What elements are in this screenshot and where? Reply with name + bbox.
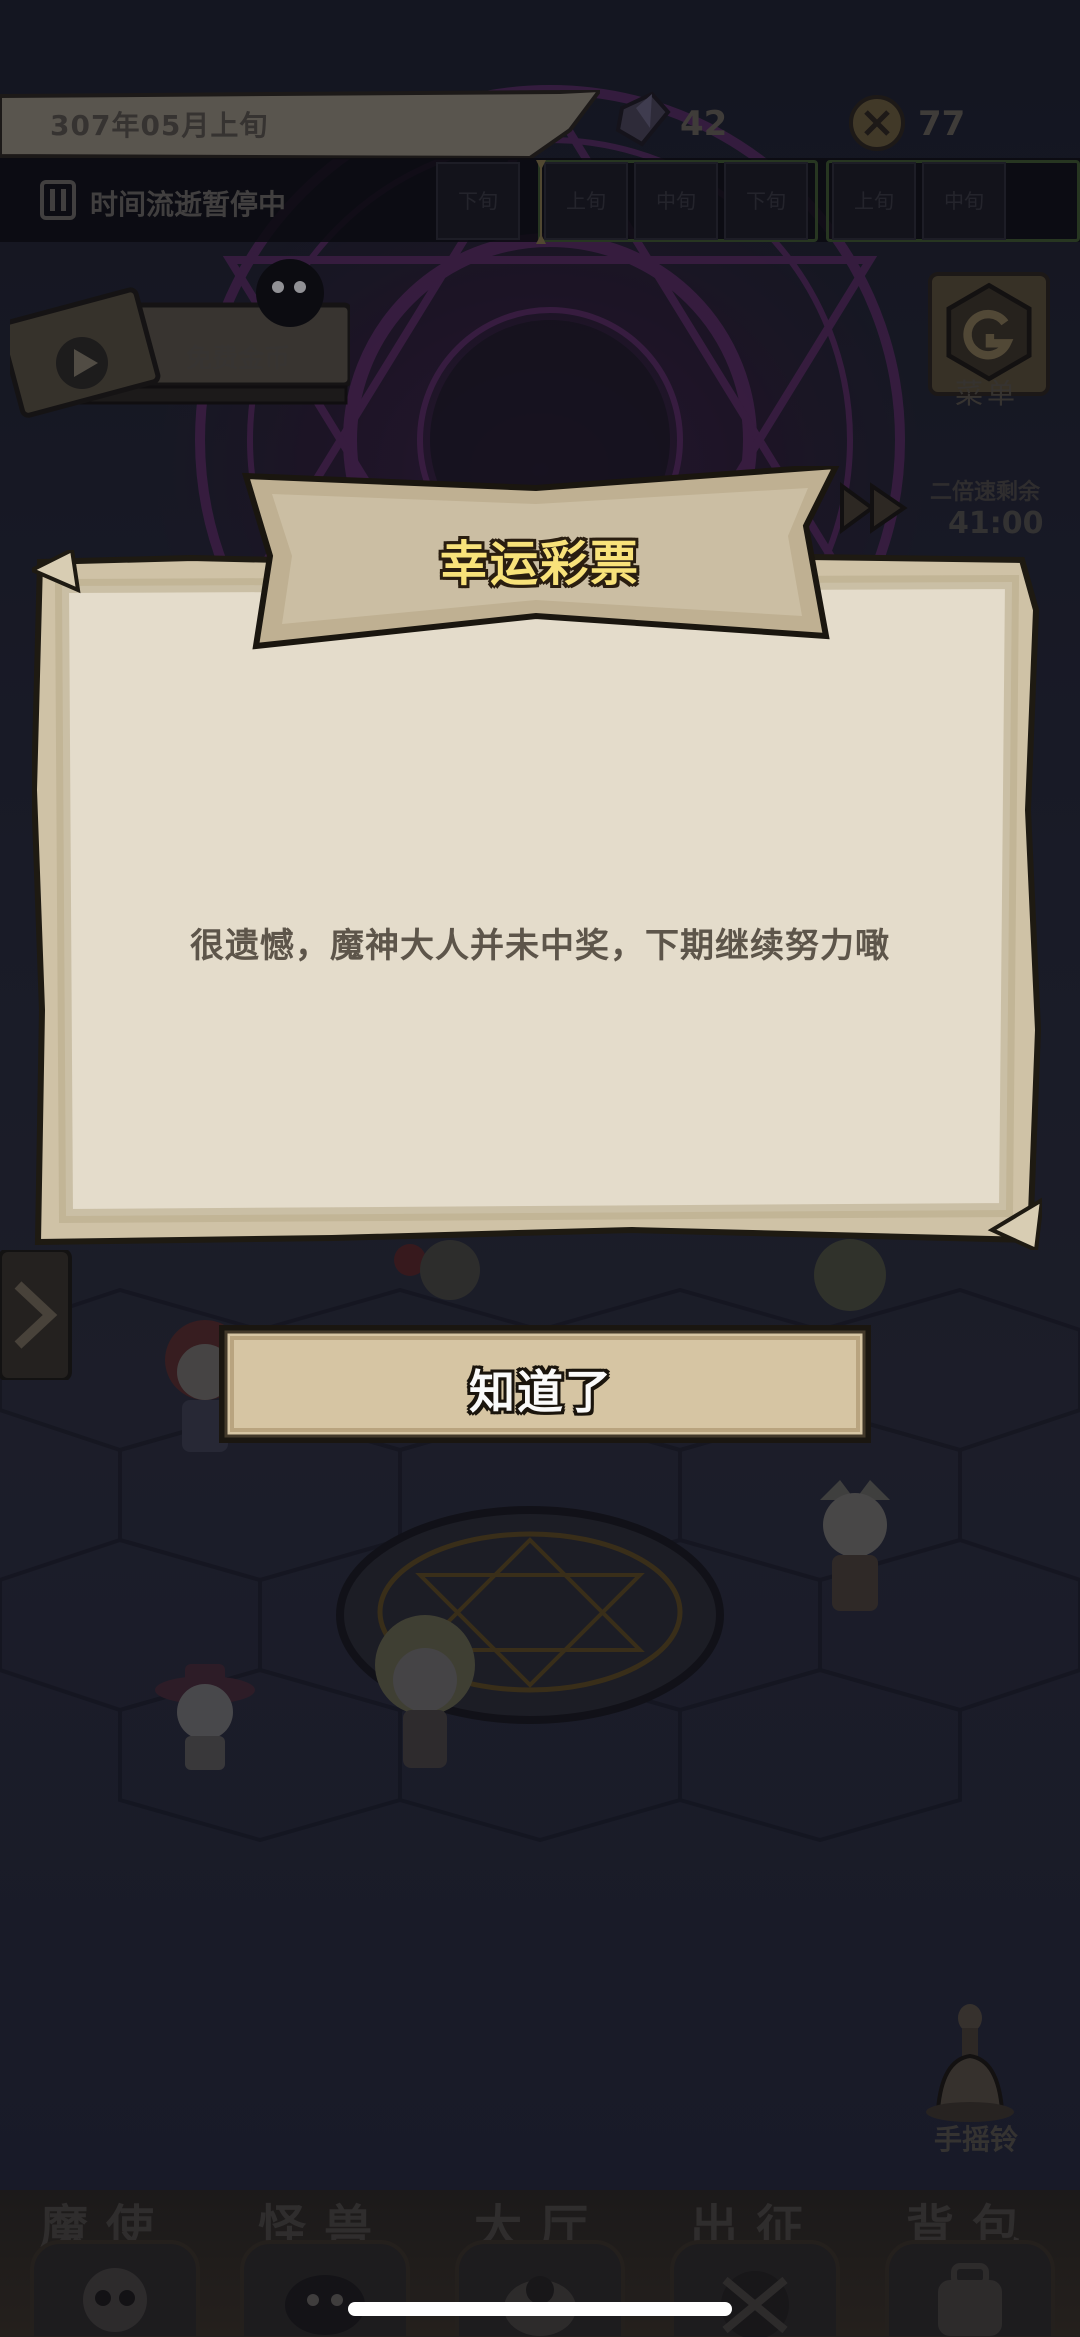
confirm-button-label[interactable]: 知道了 [216, 1356, 866, 1422]
home-indicator[interactable] [348, 2302, 732, 2316]
dialog-message: 很遗憾，魔神大人并未中奖，下期继续努力噉 [190, 926, 890, 966]
dialog-title: 幸运彩票 [439, 536, 640, 592]
